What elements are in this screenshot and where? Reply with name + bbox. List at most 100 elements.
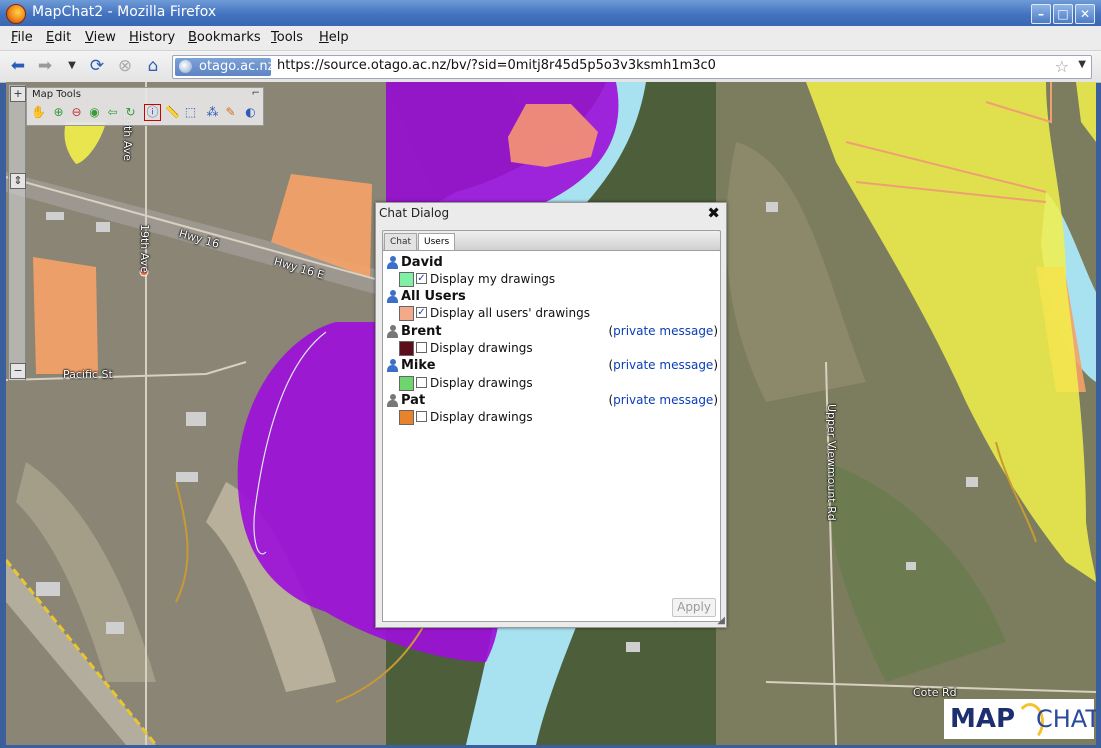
menu-bookmarks[interactable]: Bookmarks (188, 30, 261, 45)
logo-text-map: MAP (950, 704, 1016, 734)
navigation-bar: ⬅ ➡ ▼ ⟳ ⊗ ⌂ otago.ac.nz https://source.o… (0, 51, 1101, 83)
user-row-mike: Mike (private message) (385, 357, 718, 374)
street-label-cote-rd: Cote Rd (913, 686, 957, 699)
window-title: MapChat2 - Mozilla Firefox (32, 4, 217, 20)
user-name: Brent (401, 324, 442, 339)
dialog-tabs: Chat Users (382, 230, 721, 251)
zoom-in-icon[interactable]: + (10, 86, 26, 102)
history-dropdown-icon[interactable]: ▼ (62, 56, 82, 76)
zoom-bar[interactable]: + ⇕ − (8, 84, 26, 381)
user-name: All Users (401, 289, 466, 304)
home-icon[interactable]: ⌂ (143, 56, 163, 76)
display-label: Display drawings (430, 376, 533, 390)
user-row-brent: Brent (private message) (385, 323, 718, 340)
private-message-link[interactable]: private message (613, 358, 713, 372)
pan-hand-icon[interactable]: ✋ (30, 104, 47, 121)
close-dialog-icon[interactable]: ✖ (707, 204, 720, 222)
user-name: Pat (401, 393, 426, 408)
measure-ruler-icon[interactable]: 📏 (164, 104, 181, 121)
display-checkbox[interactable]: ✓ (416, 307, 427, 318)
user-row-all-users: All Users (385, 288, 718, 305)
zoom-out-icon[interactable]: − (10, 363, 26, 379)
draw-points-icon[interactable]: ⁂ (204, 104, 221, 121)
resize-grip-icon[interactable]: ◢ (717, 615, 725, 626)
site-identity-button[interactable]: otago.ac.nz (175, 58, 275, 76)
refresh-map-icon[interactable]: ↻ (122, 104, 139, 121)
tab-chat[interactable]: Chat (384, 233, 418, 250)
display-row-all-users: ✓ Display all users' drawings (399, 305, 699, 322)
logo-text-chat: CHAT (1036, 705, 1096, 733)
menu-bar: File Edit View History Bookmarks Tools H… (0, 26, 1101, 51)
display-checkbox[interactable] (416, 377, 427, 388)
display-checkbox[interactable]: ✓ (416, 273, 427, 284)
bookmark-star-icon[interactable]: ☆ (1055, 57, 1069, 76)
menu-view[interactable]: View (85, 30, 116, 45)
display-row-mike: Display drawings (399, 375, 699, 392)
draw-pencil-icon[interactable]: ✎ (222, 104, 239, 121)
private-message-link[interactable]: private message (613, 393, 713, 407)
zoom-extent-icon[interactable]: ◉ (86, 104, 103, 121)
private-message: (private message) (608, 324, 718, 338)
user-name: Mike (401, 358, 436, 373)
previous-view-icon[interactable]: ⇦ (104, 104, 121, 121)
color-swatch[interactable] (399, 306, 414, 321)
info-tool-icon[interactable]: ⓘ (144, 104, 161, 121)
menu-tools[interactable]: Tools (271, 30, 303, 45)
chat-dialog-title: Chat Dialog (379, 206, 450, 220)
display-row-pat: Display drawings (399, 409, 699, 426)
zoom-slider-handle[interactable]: ⇕ (10, 173, 26, 189)
map-tools-title: Map Tools (32, 89, 81, 100)
map-tools-panel: Map Tools ⌐ ✋ ⊕ ⊖ ◉ ⇦ ↻ ⓘ 📏 ⬚ ⁂ ✎ ◐ (26, 87, 264, 126)
user-icon (387, 394, 398, 407)
private-message-link[interactable]: private message (613, 324, 713, 338)
user-icon (387, 256, 398, 269)
display-label: Display drawings (430, 410, 533, 424)
user-name: David (401, 255, 443, 270)
site-identity-host: otago.ac.nz (199, 59, 275, 74)
menu-edit[interactable]: Edit (46, 30, 71, 45)
reload-icon[interactable]: ⟳ (87, 56, 107, 76)
globe-icon (179, 60, 192, 73)
display-label: Display drawings (430, 341, 533, 355)
map-tools-minimize-icon[interactable]: ⌐ (252, 88, 260, 99)
user-row-pat: Pat (private message) (385, 392, 718, 409)
minimize-button[interactable]: – (1031, 4, 1051, 24)
close-window-button[interactable]: ✕ (1075, 4, 1095, 24)
chat-dialog: Chat Dialog ✖ Chat Users David ✓ Display… (375, 202, 727, 628)
back-arrow-icon[interactable]: ⬅ (8, 56, 28, 76)
private-message: (private message) (608, 358, 718, 372)
url-bar[interactable]: otago.ac.nz https://source.otago.ac.nz/b… (172, 55, 1092, 79)
zoom-in-tool-icon[interactable]: ⊕ (50, 104, 67, 121)
url-dropdown-icon[interactable]: ▼ (1078, 59, 1086, 70)
color-swatch[interactable] (399, 410, 414, 425)
mapchat-logo: MAP CHAT (944, 699, 1096, 741)
display-label: Display my drawings (430, 272, 556, 286)
user-row-david: David (385, 254, 718, 271)
display-row-brent: Display drawings (399, 340, 699, 357)
color-swatch[interactable] (399, 376, 414, 391)
color-swatch[interactable] (399, 272, 414, 287)
select-area-icon[interactable]: ⬚ (182, 104, 199, 121)
menu-file[interactable]: File (11, 30, 33, 45)
color-swatch[interactable] (399, 341, 414, 356)
window-titlebar: MapChat2 - Mozilla Firefox – □ ✕ (0, 0, 1101, 26)
help-globe-icon[interactable]: ◐ (242, 104, 259, 121)
street-label-19th-ave-south: 19th Ave (138, 224, 151, 273)
apply-button[interactable]: Apply (672, 598, 716, 617)
stop-icon[interactable]: ⊗ (115, 56, 135, 76)
maximize-button[interactable]: □ (1053, 4, 1073, 24)
display-checkbox[interactable] (416, 411, 427, 422)
menu-history[interactable]: History (129, 30, 175, 45)
tab-users[interactable]: Users (418, 233, 456, 250)
menu-help[interactable]: Help (319, 30, 349, 45)
user-icon (387, 290, 398, 303)
users-panel: David ✓ Display my drawings All Users ✓ … (382, 250, 721, 622)
display-checkbox[interactable] (416, 342, 427, 353)
zoom-out-tool-icon[interactable]: ⊖ (68, 104, 85, 121)
url-text[interactable]: https://source.otago.ac.nz/bv/?sid=0mitj… (277, 58, 716, 73)
street-label-pacific-st: Pacific St (63, 368, 113, 381)
forward-arrow-icon[interactable]: ➡ (35, 56, 55, 76)
user-icon (387, 359, 398, 372)
private-message: (private message) (608, 393, 718, 407)
user-icon (387, 325, 398, 338)
